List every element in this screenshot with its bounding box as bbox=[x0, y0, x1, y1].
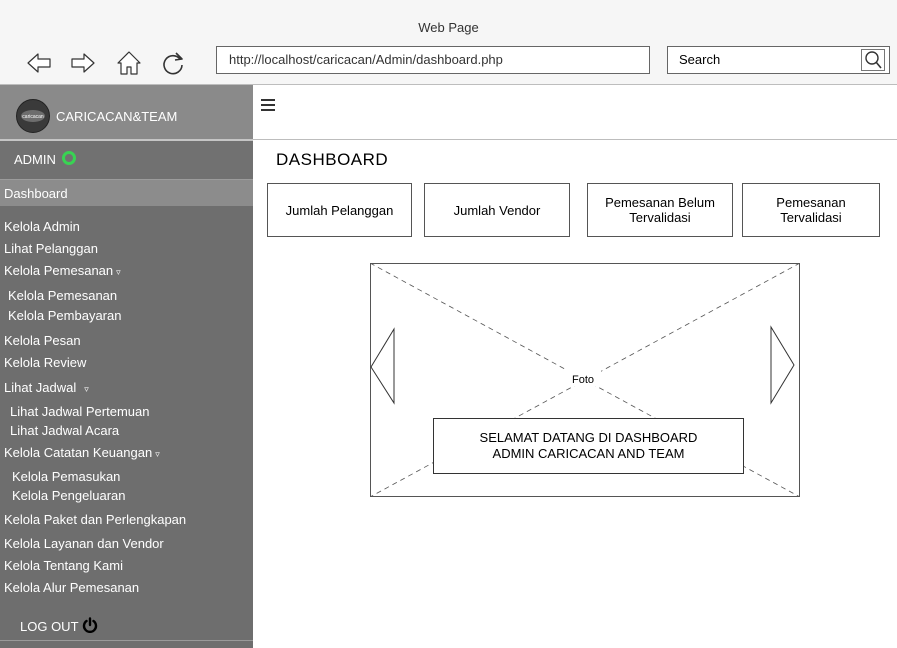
search-placeholder: Search bbox=[679, 52, 721, 67]
address-bar[interactable]: http://localhost/caricacan/Admin/dashboa… bbox=[216, 46, 650, 74]
refresh-icon[interactable] bbox=[160, 50, 186, 76]
search-button[interactable] bbox=[861, 49, 885, 71]
sidebar-subitem-kelola-pembayaran[interactable]: Kelola Pembayaran bbox=[8, 308, 121, 323]
sidebar-item-kelola-pesan[interactable]: Kelola Pesan bbox=[4, 333, 81, 348]
card-jumlah-pelanggan[interactable]: Jumlah Pelanggan bbox=[267, 183, 412, 237]
sidebar: ADMIN Dashboard Kelola Admin Lihat Pelan… bbox=[0, 141, 253, 648]
sidebar-subitem-jadwal-pertemuan[interactable]: Lihat Jadwal Pertemuan bbox=[10, 404, 149, 419]
admin-label: ADMIN bbox=[14, 152, 56, 167]
sidebar-item-lihat-jadwal-group[interactable]: Lihat Jadwal ▿ bbox=[4, 380, 89, 395]
browser-chrome: Web Page http://localhost/caricacan/Admi… bbox=[0, 0, 897, 85]
sidebar-header: caricacan CARICACAN&TEAM bbox=[0, 85, 253, 141]
sidebar-item-kelola-pemesanan-group[interactable]: Kelola Pemesanan ▿ bbox=[4, 263, 121, 278]
sidebar-item-label: Lihat Jadwal bbox=[4, 380, 77, 395]
photo-label: Foto bbox=[572, 374, 594, 386]
card-jumlah-vendor[interactable]: Jumlah Vendor bbox=[424, 183, 570, 237]
card-label: Pemesanan Belum Tervalidasi bbox=[605, 195, 715, 225]
brand-name: CARICACAN&TEAM bbox=[56, 109, 178, 124]
card-pemesanan-tervalidasi[interactable]: Pemesanan Tervalidasi bbox=[742, 183, 880, 237]
sidebar-subitem-kelola-pengeluaran[interactable]: Kelola Pengeluaran bbox=[12, 488, 125, 503]
sidebar-subitem-kelola-pemasukan[interactable]: Kelola Pemasukan bbox=[12, 469, 120, 484]
sidebar-item-lihat-pelanggan[interactable]: Lihat Pelanggan bbox=[4, 241, 98, 256]
chevron-down-icon: ▿ bbox=[155, 449, 160, 459]
sidebar-item-label: Kelola Catatan Keuangan bbox=[4, 445, 153, 460]
sidebar-divider bbox=[0, 640, 253, 641]
sidebar-item-label: Kelola Pemesanan bbox=[4, 263, 114, 278]
sidebar-item-dashboard[interactable]: Dashboard bbox=[0, 180, 253, 206]
sidebar-subitem-jadwal-acara[interactable]: Lihat Jadwal Acara bbox=[10, 423, 119, 438]
logo-text: caricacan bbox=[22, 114, 44, 120]
sidebar-item-layanan-vendor[interactable]: Kelola Layanan dan Vendor bbox=[4, 536, 164, 551]
header-divider bbox=[253, 139, 897, 140]
back-arrow-icon[interactable] bbox=[26, 50, 52, 76]
welcome-banner: SELAMAT DATANG DI DASHBOARD ADMIN CARICA… bbox=[433, 418, 744, 474]
sidebar-item-label: Dashboard bbox=[4, 186, 68, 201]
forward-arrow-icon[interactable] bbox=[70, 50, 96, 76]
search-icon bbox=[865, 51, 882, 69]
sidebar-subitem-kelola-pemesanan[interactable]: Kelola Pemesanan bbox=[8, 288, 117, 303]
logout-label: LOG OUT bbox=[20, 619, 79, 634]
sidebar-item-kelola-admin[interactable]: Kelola Admin bbox=[4, 219, 80, 234]
welcome-line-1: SELAMAT DATANG DI DASHBOARD bbox=[479, 430, 698, 445]
page-title: DASHBOARD bbox=[276, 150, 389, 169]
card-label: Jumlah Vendor bbox=[453, 202, 541, 218]
logo-graphic: caricacan bbox=[21, 110, 45, 122]
welcome-line-2: ADMIN CARICACAN AND TEAM bbox=[492, 446, 685, 461]
card-label: Jumlah Pelanggan bbox=[285, 202, 394, 218]
sidebar-item-tentang-kami[interactable]: Kelola Tentang Kami bbox=[4, 558, 123, 573]
window-title: Web Page bbox=[418, 20, 479, 35]
logout-button[interactable]: LOG OUT bbox=[20, 617, 98, 634]
power-icon bbox=[82, 617, 98, 633]
brand-logo[interactable]: caricacan bbox=[16, 99, 50, 133]
card-label: Pemesanan Tervalidasi bbox=[776, 195, 846, 225]
card-pemesanan-belum-tervalidasi[interactable]: Pemesanan Belum Tervalidasi bbox=[587, 183, 733, 237]
sidebar-item-kelola-review[interactable]: Kelola Review bbox=[4, 355, 86, 370]
sidebar-item-catatan-keuangan-group[interactable]: Kelola Catatan Keuangan ▿ bbox=[4, 445, 160, 460]
search-input[interactable]: Search bbox=[667, 46, 890, 74]
home-icon[interactable] bbox=[116, 50, 142, 76]
hamburger-menu-icon[interactable] bbox=[261, 99, 275, 115]
online-status-icon bbox=[62, 151, 76, 165]
sidebar-item-alur-pemesanan[interactable]: Kelola Alur Pemesanan bbox=[4, 580, 139, 595]
chevron-down-icon: ▿ bbox=[116, 267, 121, 277]
admin-profile[interactable]: ADMIN bbox=[0, 141, 253, 180]
chevron-down-icon: ▿ bbox=[84, 384, 89, 394]
sidebar-item-paket-perlengkapan[interactable]: Kelola Paket dan Perlengkapan bbox=[4, 512, 186, 527]
